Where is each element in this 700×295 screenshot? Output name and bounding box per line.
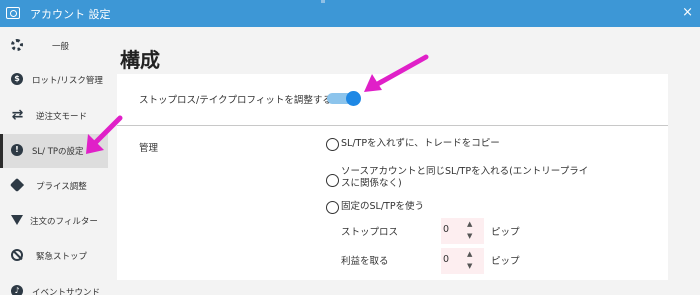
annotation-arrow-icon xyxy=(86,115,123,154)
sidebar-item-price-adjust[interactable]: プライス調整 xyxy=(0,169,108,203)
sidebar-item-label: 一般 xyxy=(52,42,70,52)
sidebar-item-label: イベントサウンド xyxy=(32,288,101,295)
radio-circle xyxy=(326,174,339,187)
adjust-sl-tp-toggle[interactable] xyxy=(327,91,361,106)
radio-copy-without-sl-tp[interactable]: SL/TPを入れずに、トレードをコピー xyxy=(326,138,526,152)
sidebar-item-order-filter[interactable]: 注文のフィルター xyxy=(0,204,108,238)
sidebar-item-label: プライス調整 xyxy=(36,182,87,192)
reverse-icon: ⇄ xyxy=(11,107,24,123)
stop-loss-stepper[interactable]: 0 ▲ ▼ xyxy=(441,218,484,244)
radio-label: SL/TPを入れずに、トレードをコピー xyxy=(341,138,500,149)
management-label: 管理 xyxy=(139,143,159,154)
radio-circle xyxy=(326,201,339,214)
radio-circle xyxy=(326,138,339,151)
stop-loss-label: ストップロス xyxy=(341,227,399,238)
sidebar-item-lot-risk[interactable]: $ ロット/リスク管理 xyxy=(0,63,108,97)
sidebar-item-label: 注文のフィルター xyxy=(30,217,98,227)
radio-fixed-sl-tp[interactable]: 固定のSL/TPを使う xyxy=(326,201,466,215)
page-title: 構成 xyxy=(120,48,160,72)
stop-loss-unit: ピップ xyxy=(491,227,520,238)
info-icon: ! xyxy=(11,144,24,157)
radio-label-line2: スに関係なく) xyxy=(341,178,402,189)
sidebar-item-event-sound[interactable]: ♪ イベントサウンド xyxy=(0,275,108,295)
gear-icon xyxy=(11,39,24,52)
chevron-up-icon[interactable]: ▲ xyxy=(467,220,472,228)
annotation-arrow-icon xyxy=(364,54,429,92)
tag-icon xyxy=(9,177,25,193)
toggle-knob xyxy=(346,91,361,106)
sidebar-item-emergency-stop[interactable]: 緊急ストップ xyxy=(0,239,108,273)
take-profit-label: 利益を取る xyxy=(341,256,389,267)
chevron-down-icon[interactable]: ▼ xyxy=(467,232,472,240)
stop-loss-value: 0 xyxy=(443,224,450,235)
filter-icon xyxy=(11,214,24,227)
take-profit-stepper[interactable]: 0 ▲ ▼ xyxy=(441,248,484,274)
sidebar-item-label: 緊急ストップ xyxy=(36,252,88,262)
title-bar-grip xyxy=(321,0,325,3)
radio-same-as-source[interactable]: ソースアカウントと同じSL/TPを入れる(エントリープライ スに関係なく) xyxy=(326,166,596,194)
section-divider xyxy=(117,125,668,126)
sidebar-item-label: SL/ TPの設定 xyxy=(32,147,84,157)
sidebar-item-label: 逆注文モード xyxy=(36,112,88,122)
take-profit-value: 0 xyxy=(443,254,450,265)
radio-label-line1: ソースアカウントと同じSL/TPを入れる(エントリープライ xyxy=(341,166,589,177)
chevron-up-icon[interactable]: ▲ xyxy=(467,250,472,258)
take-profit-unit: ピップ xyxy=(491,256,520,267)
ban-icon xyxy=(11,249,24,262)
title-bar: アカウント 設定 × xyxy=(0,0,700,27)
sidebar-item-label: ロット/リスク管理 xyxy=(32,76,103,86)
app-icon xyxy=(6,7,20,19)
sidebar: 一般 $ ロット/リスク管理 ⇄ 逆注文モード ! SL/ TPの設定 プライス… xyxy=(0,27,108,295)
sound-icon: ♪ xyxy=(11,285,24,295)
sidebar-item-general[interactable]: 一般 xyxy=(0,29,108,63)
chevron-down-icon[interactable]: ▼ xyxy=(467,262,472,270)
window-title: アカウント 設定 xyxy=(30,8,111,21)
dollar-icon: $ xyxy=(11,73,24,86)
close-icon[interactable]: × xyxy=(682,5,693,20)
radio-label: 固定のSL/TPを使う xyxy=(341,201,425,212)
adjust-sl-tp-label: ストップロス/テイクプロフィットを調整する xyxy=(139,95,332,106)
